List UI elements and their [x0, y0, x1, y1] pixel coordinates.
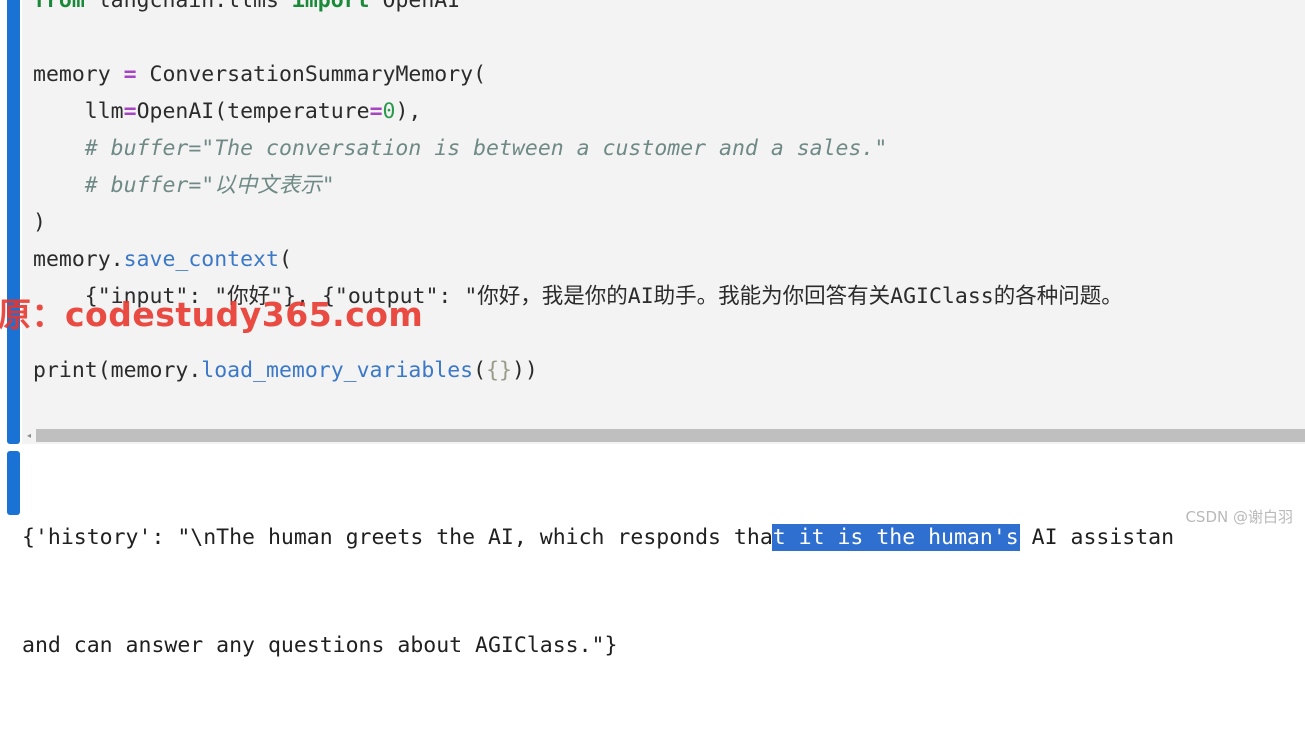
code-line: memory = ConversationSummaryMemory( — [33, 56, 1305, 93]
notebook-page: from langchain.llms import OpenAI memory… — [0, 0, 1305, 658]
code-line: # buffer="The conversation is between a … — [33, 130, 1305, 167]
code-token-plain: )) — [511, 358, 538, 383]
code-line: # buffer="以中文表示" — [33, 167, 1305, 204]
code-line: ) — [33, 204, 1305, 241]
code-line: {"input": "你好"}, {"output": "你好，我是你的AI助手… — [33, 278, 1305, 315]
output-text-after-selection: AI assistan — [1018, 525, 1175, 550]
code-token-plain: OpenAI(temperature — [136, 99, 370, 124]
code-token-op: = — [123, 99, 137, 124]
code-cell[interactable]: from langchain.llms import OpenAI memory… — [0, 0, 1305, 444]
code-token-cmt: # buffer="以中文表示" — [33, 173, 335, 198]
code-token-plain: {"input": "你好"}, {"output": "你好，我是你的AI助手… — [33, 284, 1123, 309]
output-text[interactable]: {'history': "\nThe human greets the AI, … — [22, 448, 1305, 736]
code-editor-surface[interactable]: from langchain.llms import OpenAI memory… — [22, 0, 1305, 444]
code-line: llm=OpenAI(temperature=0), — [33, 93, 1305, 130]
code-token-fn: load_memory_variables — [201, 358, 474, 383]
code-token-plain: OpenAI — [369, 0, 461, 13]
code-token-plain: ConversationSummaryMemory( — [136, 62, 487, 87]
code-token-plain: print(memory. — [33, 358, 202, 383]
cell-selection-bar — [7, 0, 20, 444]
horizontal-scrollbar[interactable]: ◂ — [22, 427, 1305, 444]
code-token-plain: langchain.llms — [84, 0, 292, 13]
output-selected-text[interactable]: t it is the human's — [772, 525, 1019, 550]
code-token-plain: memory — [33, 62, 124, 87]
code-token-fn: save_context — [123, 247, 279, 272]
scroll-left-arrow-icon[interactable]: ◂ — [22, 431, 36, 440]
code-line: print(memory.load_memory_variables({})) — [33, 352, 1305, 389]
code-token-cmt: # buffer="The conversation is between a … — [33, 136, 888, 161]
output-text-before-selection: {'history': "\nThe human greets the AI, … — [22, 525, 773, 550]
output-line-2: and can answer any questions about AGICl… — [22, 628, 1305, 664]
code-token-kw: from — [33, 0, 85, 13]
output-line-1: {'history': "\nThe human greets the AI, … — [22, 520, 1305, 556]
code-token-plain: llm — [33, 99, 124, 124]
code-token-plain: ) — [33, 210, 46, 235]
code-token-plain: ( — [278, 247, 292, 272]
code-lines[interactable]: from langchain.llms import OpenAI memory… — [33, 0, 1305, 389]
output-cell: {'history': "\nThe human greets the AI, … — [0, 448, 1305, 658]
scrollbar-track[interactable] — [36, 429, 1305, 442]
code-line: memory.save_context( — [33, 241, 1305, 278]
code-token-plain: memory. — [33, 247, 124, 272]
output-line-2-text: and can answer any questions about AGICl… — [22, 633, 618, 658]
code-token-op: = — [123, 62, 137, 87]
code-token-plain: ( — [473, 358, 487, 383]
scrollbar-thumb[interactable] — [36, 429, 1305, 442]
code-token-brace: {} — [486, 358, 512, 383]
code-token-kw: import — [291, 0, 370, 13]
code-line: from langchain.llms import OpenAI — [33, 0, 1305, 19]
code-token-num: 0 — [382, 99, 396, 124]
code-token-op: = — [369, 99, 383, 124]
code-token-plain: ), — [395, 99, 422, 124]
output-selection-bar — [7, 451, 20, 515]
